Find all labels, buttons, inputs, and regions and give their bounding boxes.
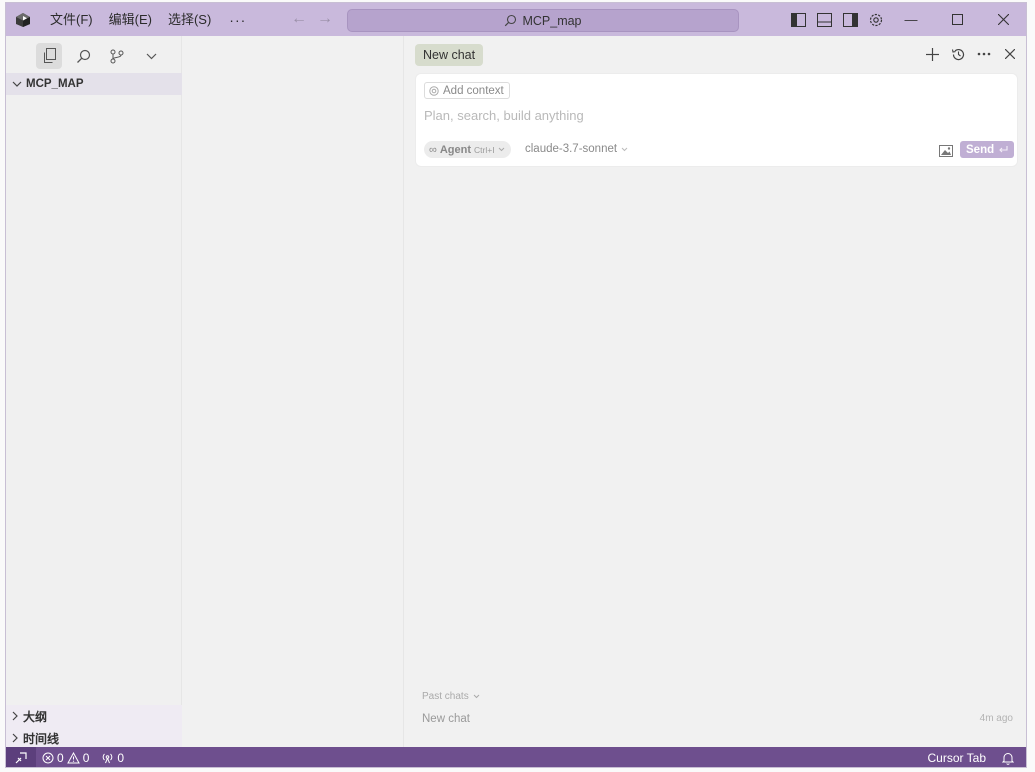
- error-icon: [42, 752, 54, 764]
- toggle-panel-icon[interactable]: [814, 10, 834, 30]
- chat-composer: Add context ∞ Agent Ctrl+I claude-3.7-so…: [415, 73, 1018, 167]
- send-label: Send: [966, 143, 995, 156]
- infinity-icon: ∞: [429, 143, 437, 156]
- toggle-primary-sidebar-icon[interactable]: [788, 10, 808, 30]
- enter-key-icon: [999, 146, 1008, 153]
- outline-section[interactable]: 大纲: [6, 705, 182, 727]
- error-count: 0: [57, 751, 64, 765]
- status-right: Cursor Tab: [922, 747, 1026, 767]
- add-chat-icon[interactable]: [924, 46, 940, 62]
- agent-mode-selector[interactable]: ∞ Agent Ctrl+I: [424, 141, 511, 158]
- close-window-icon[interactable]: [980, 3, 1026, 36]
- new-chat-tab[interactable]: New chat: [415, 44, 484, 66]
- sidebar-tabs: [36, 43, 164, 69]
- agent-mode-label: Agent: [439, 143, 472, 156]
- at-sign-icon: [429, 85, 439, 96]
- ports-count: 0: [117, 751, 125, 765]
- problems-indicator[interactable]: 0 0: [36, 747, 95, 767]
- primary-sidebar: MCP_MAP 大纲 时间线: [6, 36, 182, 749]
- chevron-right-icon: [12, 711, 18, 721]
- menu-bar: 文件(F) 编辑(E) 选择(S) ···: [42, 3, 256, 36]
- warning-icon: [66, 752, 80, 764]
- editor-area: [182, 36, 403, 747]
- toggle-secondary-sidebar-icon[interactable]: [840, 10, 860, 30]
- history-icon[interactable]: [950, 46, 966, 62]
- minimize-icon[interactable]: —: [888, 3, 934, 36]
- close-chat-icon[interactable]: [1002, 46, 1018, 62]
- chat-actions: [924, 46, 1018, 62]
- add-context-button[interactable]: Add context: [424, 82, 510, 99]
- cursor-window: 文件(F) 编辑(E) 选择(S) ··· ← → MCP_map — MCP_…: [5, 2, 1027, 768]
- title-bar: 文件(F) 编辑(E) 选择(S) ··· ← → MCP_map —: [6, 3, 1026, 36]
- send-button[interactable]: Send: [960, 141, 1015, 158]
- chat-panel: New chat Add context ∞ Agent: [403, 36, 1026, 747]
- root-folder-label: MCP_MAP: [26, 78, 84, 90]
- notifications-bell-icon[interactable]: [996, 747, 1026, 767]
- explorer-files-icon[interactable]: [36, 43, 62, 69]
- agent-shortcut: Ctrl+I: [474, 144, 495, 155]
- past-chats-label: Past chats: [422, 691, 469, 702]
- timeline-label: 时间线: [23, 731, 60, 746]
- warning-count: 0: [82, 751, 90, 765]
- model-label: claude-3.7-sonnet: [525, 143, 618, 155]
- outline-label: 大纲: [23, 709, 48, 724]
- past-chat-item[interactable]: New chat 4m ago: [422, 713, 1013, 725]
- search-icon[interactable]: [70, 43, 96, 69]
- explorer-root-folder[interactable]: MCP_MAP: [6, 73, 182, 95]
- chevron-down-icon: [498, 147, 504, 152]
- layout-controls: [788, 10, 886, 30]
- forward-arrow-icon[interactable]: →: [317, 11, 333, 27]
- cursor-logo-icon: [16, 13, 30, 27]
- back-arrow-icon[interactable]: ←: [291, 11, 307, 27]
- chevron-down-icon: [473, 694, 480, 699]
- past-chat-title: New chat: [422, 713, 470, 725]
- chevron-down-icon: [12, 81, 22, 87]
- menu-selection[interactable]: 选择(S): [160, 8, 219, 32]
- more-options-icon[interactable]: [976, 46, 992, 62]
- past-chats-header[interactable]: Past chats: [422, 691, 480, 702]
- chevron-right-icon: [12, 733, 18, 743]
- timeline-section[interactable]: 时间线: [6, 727, 182, 749]
- image-upload-icon[interactable]: [939, 145, 953, 157]
- maximize-icon[interactable]: [934, 3, 980, 36]
- status-bar: 0 0 0 Cursor Tab: [6, 747, 1026, 767]
- cursor-tab-status[interactable]: Cursor Tab: [922, 747, 996, 767]
- command-center-label: MCP_map: [522, 13, 582, 28]
- chevron-down-icon[interactable]: [138, 43, 164, 69]
- broadcast-icon: [103, 753, 113, 764]
- chat-input[interactable]: [424, 108, 1004, 123]
- past-chat-time: 4m ago: [979, 713, 1013, 724]
- model-selector[interactable]: claude-3.7-sonnet: [525, 143, 628, 155]
- command-center[interactable]: MCP_map: [347, 9, 739, 32]
- settings-gear-icon[interactable]: [866, 10, 886, 30]
- ports-indicator[interactable]: 0: [95, 747, 130, 767]
- menu-file[interactable]: 文件(F): [42, 8, 101, 32]
- search-icon: [505, 14, 517, 27]
- source-control-icon[interactable]: [104, 43, 130, 69]
- window-controls: —: [888, 3, 1026, 36]
- menu-edit[interactable]: 编辑(E): [101, 8, 160, 32]
- add-context-label: Add context: [443, 84, 504, 97]
- menu-more-button[interactable]: ···: [219, 12, 256, 28]
- remote-indicator-icon[interactable]: [6, 747, 36, 767]
- chevron-down-icon: [621, 147, 628, 151]
- navigation-arrows: ← →: [291, 11, 333, 27]
